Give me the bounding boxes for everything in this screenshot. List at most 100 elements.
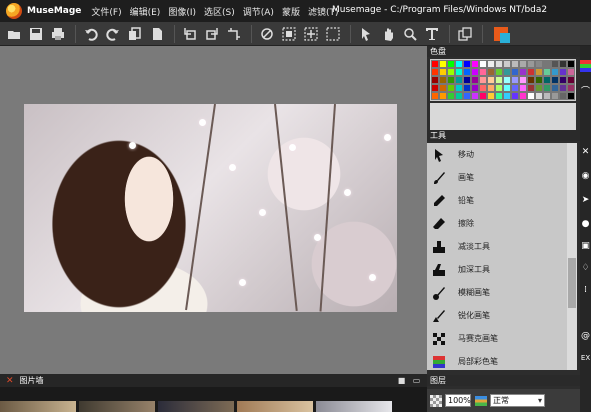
color-swatch[interactable] — [543, 68, 551, 76]
color-swatch[interactable] — [527, 84, 535, 92]
color-swatch[interactable] — [487, 76, 495, 84]
color-swatch[interactable] — [495, 92, 503, 100]
tool-move[interactable]: 移动 — [427, 143, 567, 166]
tool-sharpen-brush[interactable]: 锐化画笔 — [427, 304, 567, 327]
color-swatch[interactable] — [503, 60, 511, 68]
color-swatch[interactable] — [487, 84, 495, 92]
color-swatch[interactable] — [551, 60, 559, 68]
color-swatch[interactable] — [535, 68, 543, 76]
color-swatch[interactable] — [551, 92, 559, 100]
color-swatch[interactable] — [447, 76, 455, 84]
canvas-area[interactable] — [0, 46, 427, 374]
rotate-right-icon[interactable] — [202, 24, 222, 44]
tool-eraser[interactable]: 擦除 — [427, 212, 567, 235]
color-swatch[interactable] — [519, 60, 527, 68]
color-swatch[interactable] — [455, 84, 463, 92]
open-icon[interactable] — [4, 24, 24, 44]
photo-canvas[interactable] — [24, 104, 397, 312]
at-icon[interactable]: @ — [580, 330, 591, 342]
color-wheel-icon[interactable]: ◉ — [580, 170, 591, 182]
color-swatch[interactable] — [503, 68, 511, 76]
color-swatch[interactable] — [447, 60, 455, 68]
color-picker-icon[interactable] — [494, 26, 510, 43]
color-swatch[interactable] — [535, 84, 543, 92]
zoom-input[interactable]: 100% — [445, 394, 471, 407]
layers-icon[interactable] — [455, 24, 475, 44]
color-swatch[interactable] — [567, 60, 575, 68]
color-swatch[interactable] — [479, 76, 487, 84]
color-swatch[interactable] — [559, 76, 567, 84]
color-swatch[interactable] — [527, 68, 535, 76]
color-swatch[interactable] — [511, 92, 519, 100]
camera-icon[interactable]: ▣ — [580, 240, 591, 252]
color-swatch[interactable] — [543, 92, 551, 100]
color-swatch[interactable] — [439, 68, 447, 76]
color-swatch[interactable] — [471, 60, 479, 68]
menu-image[interactable]: 图像(I) — [164, 5, 200, 18]
color-swatch[interactable] — [535, 60, 543, 68]
color-swatch[interactable] — [543, 84, 551, 92]
marquee-icon[interactable] — [323, 24, 343, 44]
thumbnail[interactable] — [316, 401, 392, 412]
color-swatch[interactable] — [487, 60, 495, 68]
color-swatch[interactable] — [471, 76, 479, 84]
color-swatch[interactable] — [559, 92, 567, 100]
grid-icon[interactable]: ⁞ — [580, 284, 591, 296]
swatch-icon[interactable]: ● — [580, 218, 591, 230]
menu-file[interactable]: 文件(F) — [87, 5, 125, 18]
color-swatch[interactable] — [431, 92, 439, 100]
color-swatch[interactable] — [487, 92, 495, 100]
color-swatch[interactable] — [559, 84, 567, 92]
color-swatch[interactable] — [535, 76, 543, 84]
color-swatch[interactable] — [479, 84, 487, 92]
color-swatch[interactable] — [431, 84, 439, 92]
color-swatch[interactable] — [439, 60, 447, 68]
color-swatch[interactable] — [511, 76, 519, 84]
color-swatch[interactable] — [519, 84, 527, 92]
pointer-icon[interactable] — [356, 24, 376, 44]
color-swatch[interactable] — [519, 76, 527, 84]
color-swatch[interactable] — [455, 76, 463, 84]
tool-dodge[interactable]: 减淡工具 — [427, 235, 567, 258]
tools-icon[interactable]: ✕ — [580, 146, 591, 158]
color-swatch[interactable] — [447, 84, 455, 92]
color-swatch[interactable] — [431, 68, 439, 76]
color-swatch[interactable] — [543, 76, 551, 84]
color-swatch[interactable] — [567, 68, 575, 76]
color-swatch[interactable] — [479, 92, 487, 100]
color-swatch[interactable] — [463, 60, 471, 68]
color-swatch[interactable] — [495, 68, 503, 76]
color-swatch[interactable] — [447, 68, 455, 76]
color-swatch[interactable] — [463, 92, 471, 100]
tools-scrollbar[interactable] — [567, 143, 577, 370]
tool-brush[interactable]: 画笔 — [427, 166, 567, 189]
tool-burn[interactable]: 加深工具 — [427, 258, 567, 281]
menu-edit[interactable]: 编辑(E) — [126, 5, 165, 18]
color-swatch[interactable] — [567, 76, 575, 84]
color-swatch[interactable] — [471, 92, 479, 100]
color-swatch[interactable] — [495, 60, 503, 68]
close-icon[interactable]: ✕ — [6, 376, 14, 386]
tool-mosaic[interactable]: 马赛克画笔 — [427, 327, 567, 350]
drop-icon[interactable]: ♢ — [580, 262, 591, 274]
color-swatch[interactable] — [567, 84, 575, 92]
color-swatch[interactable] — [455, 92, 463, 100]
color-swatch[interactable] — [519, 68, 527, 76]
rotate-left-icon[interactable] — [180, 24, 200, 44]
tool-blur-brush[interactable]: 模糊画笔 — [427, 281, 567, 304]
tool-pencil[interactable]: 铅笔 — [427, 189, 567, 212]
color-swatch[interactable] — [527, 60, 535, 68]
exif-icon[interactable]: EX — [580, 352, 591, 364]
color-swatch[interactable] — [551, 76, 559, 84]
color-swatch[interactable] — [527, 76, 535, 84]
text-icon[interactable] — [422, 24, 442, 44]
color-swatch[interactable] — [503, 84, 511, 92]
color-swatch[interactable] — [543, 60, 551, 68]
color-swatch[interactable] — [471, 68, 479, 76]
color-swatch-grid[interactable] — [430, 59, 576, 101]
color-swatch[interactable] — [551, 68, 559, 76]
color-swatch[interactable] — [455, 68, 463, 76]
color-swatch[interactable] — [439, 84, 447, 92]
deselect-icon[interactable] — [257, 24, 277, 44]
undo-icon[interactable] — [81, 24, 101, 44]
